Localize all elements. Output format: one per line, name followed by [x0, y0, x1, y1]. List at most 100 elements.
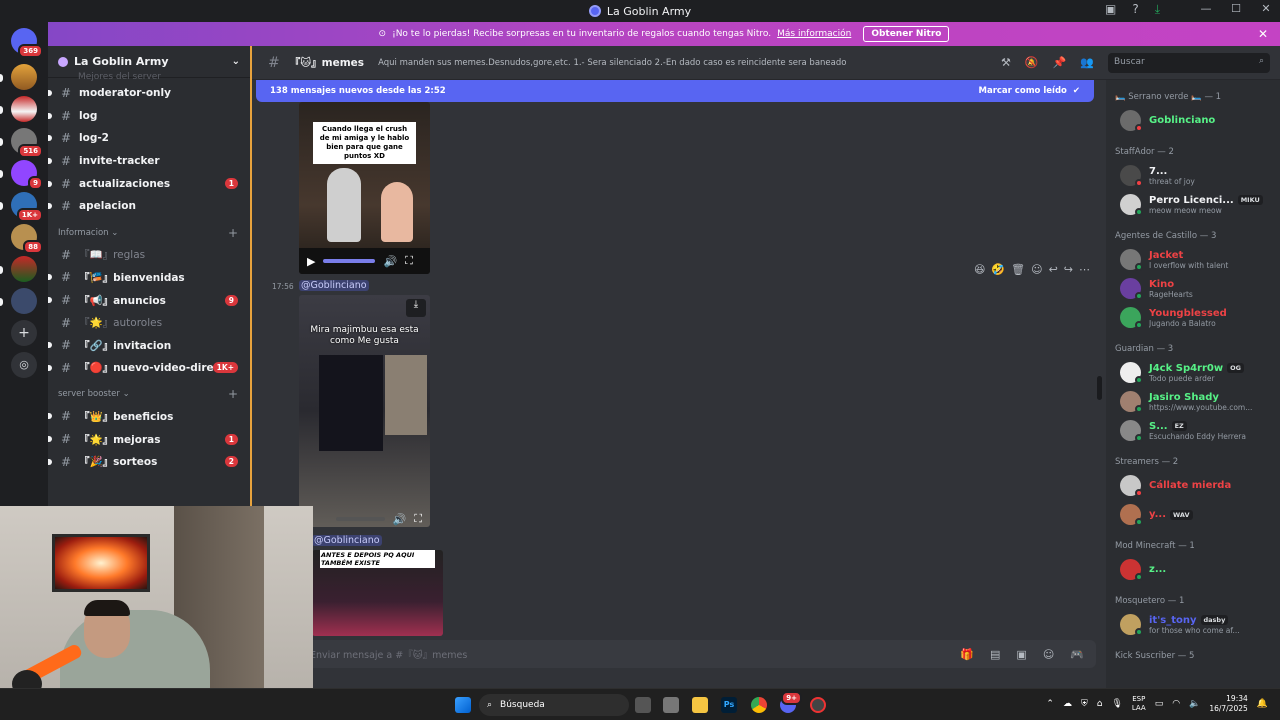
- category-server-booster[interactable]: server booster ⌄ +: [48, 383, 250, 405]
- server-icon-1[interactable]: [11, 64, 37, 90]
- minimize-icon[interactable]: —: [1198, 2, 1214, 15]
- reaction-icon[interactable]: 😆: [974, 263, 985, 276]
- play-icon[interactable]: ▶: [307, 255, 315, 268]
- server-icon-8[interactable]: [11, 288, 37, 314]
- server-icon-5[interactable]: 1K+: [11, 192, 43, 222]
- apps-icon[interactable]: 🎮: [1070, 648, 1084, 661]
- channel-topic[interactable]: Aqui manden sus memes.Desnudos,gore,etc.…: [378, 58, 846, 68]
- monitor-icon[interactable]: ▭: [1155, 699, 1164, 709]
- photoshop-icon[interactable]: Ps: [721, 697, 737, 713]
- channel-item[interactable]: # 『📖』reglas: [48, 244, 250, 267]
- channel-item[interactable]: # 『📢』anuncios 9: [48, 289, 250, 312]
- pin-icon[interactable]: 📌: [1053, 56, 1067, 69]
- language-indicator[interactable]: ESP LAA: [1132, 695, 1146, 713]
- volume-icon[interactable]: 🔊: [383, 255, 397, 268]
- server-icon-6[interactable]: 88: [11, 224, 43, 254]
- member-list-icon[interactable]: 👥: [1080, 56, 1094, 69]
- emoji-icon[interactable]: ☺: [1043, 648, 1054, 661]
- channel-item[interactable]: # 『🌟』mejoras 1: [48, 428, 250, 451]
- inbox-icon[interactable]: ▣: [1105, 2, 1116, 17]
- discord-taskbar-icon[interactable]: 9+: [780, 691, 802, 713]
- threads-icon[interactable]: ⚒: [1001, 56, 1011, 69]
- maximize-icon[interactable]: ☐: [1228, 2, 1244, 15]
- close-window-icon[interactable]: ✕: [1258, 2, 1274, 15]
- download-icon[interactable]: ⤓: [406, 299, 426, 317]
- channel-item[interactable]: # 『👑』beneficios: [48, 405, 250, 428]
- member-item[interactable]: J4ck Sp4rr0w OG Todo puede arder: [1106, 358, 1280, 387]
- server-icon-3[interactable]: 516: [11, 128, 43, 158]
- volume-icon[interactable]: 🔊: [393, 513, 407, 526]
- cloud-icon[interactable]: ☁: [1063, 699, 1072, 709]
- network-icon[interactable]: ⌂: [1097, 699, 1103, 709]
- category-informacion[interactable]: Informacion ⌄ +: [48, 222, 250, 244]
- channel-item[interactable]: # 『🔗』invitacion: [48, 334, 250, 357]
- help-icon[interactable]: ?: [1132, 2, 1138, 17]
- video-attachment[interactable]: Mira majimbuu esa esta como Me gusta ⤓: [299, 295, 430, 527]
- video-attachment[interactable]: Cuando llega el crush de mi amiga y le h…: [299, 102, 430, 274]
- fullscreen-icon[interactable]: ⛶: [414, 512, 422, 526]
- channel-item[interactable]: # apelacion: [48, 195, 250, 218]
- member-item[interactable]: y... WAV: [1106, 500, 1280, 529]
- member-item[interactable]: Perro Licenci... MIKU meow meow meow: [1106, 190, 1280, 219]
- mark-as-read-button[interactable]: Marcar como leído ✔: [979, 86, 1081, 96]
- video-progress[interactable]: [335, 517, 385, 521]
- channel-item[interactable]: # log-2: [48, 127, 250, 150]
- gif-icon[interactable]: ▤: [990, 648, 1000, 661]
- scrollbar-thumb[interactable]: [1097, 376, 1102, 400]
- member-item[interactable]: it's_tony dasby for those who come af...: [1106, 610, 1280, 639]
- app-icon[interactable]: [810, 697, 826, 713]
- channel-item[interactable]: # 『🎉』sorteos 2: [48, 450, 250, 473]
- member-item[interactable]: Cállate mierda: [1106, 471, 1280, 500]
- search-input[interactable]: Buscar ⌕: [1108, 53, 1270, 73]
- reaction-icon[interactable]: 🤣: [991, 263, 1005, 276]
- file-explorer-icon[interactable]: [692, 697, 708, 713]
- gift-icon[interactable]: 🎁: [960, 648, 974, 661]
- home-discord-icon[interactable]: 369: [11, 28, 43, 58]
- member-item[interactable]: z...: [1106, 555, 1280, 584]
- add-channel-icon[interactable]: +: [228, 387, 238, 401]
- app-icon[interactable]: [663, 697, 679, 713]
- mic-tray-icon[interactable]: 🎙: [1111, 699, 1122, 709]
- explore-icon[interactable]: ◎: [11, 352, 37, 378]
- member-item[interactable]: Jacket I overflow with talent: [1106, 245, 1280, 274]
- more-icon[interactable]: ⋯: [1079, 263, 1090, 276]
- volume-icon[interactable]: 🔈: [1189, 699, 1200, 709]
- chevron-up-icon[interactable]: ⌃: [1046, 699, 1054, 709]
- server-icon-2[interactable]: [11, 96, 37, 122]
- user-mention[interactable]: @Goblinciano: [299, 280, 369, 291]
- channel-item[interactable]: # actualizaciones 1: [48, 172, 250, 195]
- close-banner-icon[interactable]: ✕: [1258, 27, 1268, 41]
- user-mention[interactable]: @Goblinciano: [312, 535, 382, 546]
- server-icon-7[interactable]: [11, 256, 37, 282]
- new-messages-bar[interactable]: 138 mensajes nuevos desde las 2:52 Marca…: [256, 80, 1094, 102]
- add-reaction-icon[interactable]: ☺: [1031, 263, 1042, 276]
- get-nitro-button[interactable]: Obtener Nitro: [863, 26, 950, 42]
- channel-item[interactable]: # log: [48, 105, 250, 128]
- clock[interactable]: 19:34 16/7/2025: [1209, 694, 1247, 714]
- twitch-server-icon[interactable]: 9: [11, 160, 43, 190]
- member-item[interactable]: Jasiro Shady https://www.youtube.com...: [1106, 387, 1280, 416]
- windows-start-icon[interactable]: [455, 697, 471, 713]
- nitro-more-info-link[interactable]: Más información: [777, 29, 851, 39]
- video-attachment[interactable]: ANTES E DEPOIS PQ AQUI TAMBÉM EXISTE: [312, 550, 443, 636]
- channel-item[interactable]: # invite-tracker: [48, 150, 250, 173]
- shield-icon[interactable]: ⛨: [1081, 699, 1088, 709]
- add-server-icon[interactable]: +: [11, 320, 37, 346]
- task-view-icon[interactable]: [635, 697, 651, 713]
- member-item[interactable]: 7... threat of joy: [1106, 161, 1280, 190]
- chrome-icon[interactable]: [751, 697, 767, 713]
- taskbar-search[interactable]: ⌕ Búsqueda: [479, 694, 629, 716]
- channel-item[interactable]: # moderator-only: [48, 82, 250, 105]
- member-item[interactable]: Goblinciano: [1106, 106, 1280, 135]
- reply-icon[interactable]: ↩: [1049, 263, 1058, 276]
- forward-icon[interactable]: ↪: [1064, 263, 1073, 276]
- message-input[interactable]: Enviar mensaje a #『🐱』memes 🎁 ▤ ▣ ☺ 🎮: [262, 640, 1096, 668]
- notification-bell-icon[interactable]: 🔔: [1257, 699, 1268, 709]
- video-progress[interactable]: [323, 259, 376, 263]
- notifications-muted-icon[interactable]: 🔕: [1025, 56, 1039, 69]
- channel-item[interactable]: # 『🔴』nuevo-video-direc... 1K+: [48, 357, 250, 380]
- member-item[interactable]: S... EZ Escuchando Eddy Herrera: [1106, 416, 1280, 445]
- sticker-icon[interactable]: ▣: [1016, 648, 1026, 661]
- channel-item[interactable]: # 『🌟』autoroles: [48, 311, 250, 334]
- chevron-down-icon[interactable]: ⌄: [232, 56, 240, 67]
